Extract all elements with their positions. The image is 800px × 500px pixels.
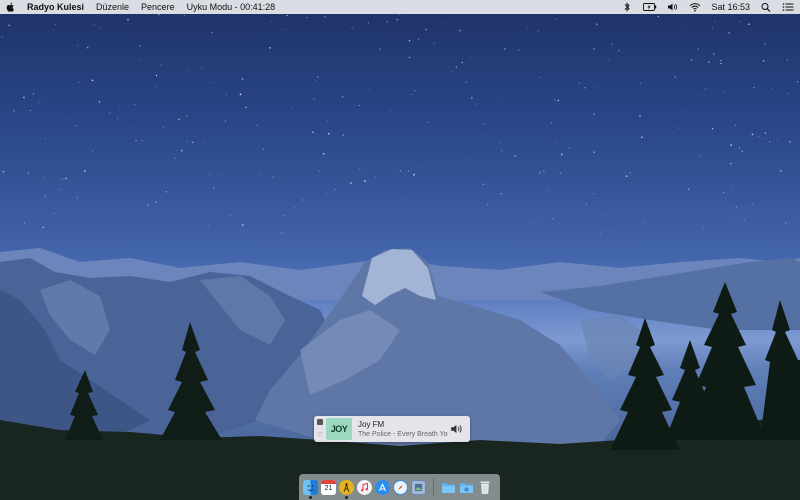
track-title: The Police - Every Breath You Take	[358, 430, 448, 438]
favorite-icon[interactable]: ♡	[317, 432, 323, 439]
calendar-icon[interactable]: 21	[321, 479, 336, 495]
bluetooth-icon[interactable]	[621, 2, 633, 12]
wifi-icon[interactable]	[689, 2, 701, 12]
now-playing-widget[interactable]: ♡ JOY Joy FM The Police - Every Breath Y…	[314, 416, 470, 442]
notification-center-icon[interactable]	[782, 2, 794, 12]
volume-icon[interactable]	[667, 2, 679, 12]
volume-icon[interactable]	[450, 423, 464, 435]
calendar-day: 21	[324, 484, 333, 492]
folder-icon[interactable]	[441, 480, 456, 495]
dock: 21	[299, 474, 500, 500]
safari-icon[interactable]	[393, 479, 408, 495]
running-indicator	[345, 495, 348, 499]
finder-icon[interactable]	[303, 479, 318, 499]
menu-duzenle[interactable]: Düzenle	[96, 2, 129, 12]
now-playing-info: Joy FM The Police - Every Breath You Tak…	[358, 420, 448, 439]
menu-bar: Radyo Kulesi Düzenle Pencere Uyku Modu -…	[0, 0, 800, 14]
stop-icon[interactable]	[317, 419, 323, 426]
station-name: Joy FM	[358, 419, 385, 429]
downloads-folder-icon[interactable]	[459, 480, 474, 495]
playback-controls: ♡	[314, 416, 326, 442]
app-store-icon[interactable]	[375, 479, 390, 495]
apple-menu-icon[interactable]	[6, 2, 15, 12]
battery-icon[interactable]	[643, 2, 657, 12]
menu-sleep-timer[interactable]: Uyku Modu - 00:41:28	[187, 2, 276, 12]
menu-pencere[interactable]: Pencere	[141, 2, 175, 12]
search-icon[interactable]	[760, 2, 772, 12]
radio-app-icon[interactable]	[339, 479, 354, 499]
itunes-icon[interactable]	[357, 479, 372, 495]
dock-separator	[433, 478, 434, 496]
running-indicator	[309, 495, 312, 499]
station-logo: JOY	[326, 418, 352, 440]
app-menu-radyo-kulesi[interactable]: Radyo Kulesi	[27, 2, 84, 12]
preview-icon[interactable]	[411, 479, 426, 495]
trash-icon[interactable]	[477, 480, 492, 495]
menubar-clock[interactable]: Sat 16:53	[711, 2, 750, 12]
station-logo-text: JOY	[330, 424, 348, 434]
